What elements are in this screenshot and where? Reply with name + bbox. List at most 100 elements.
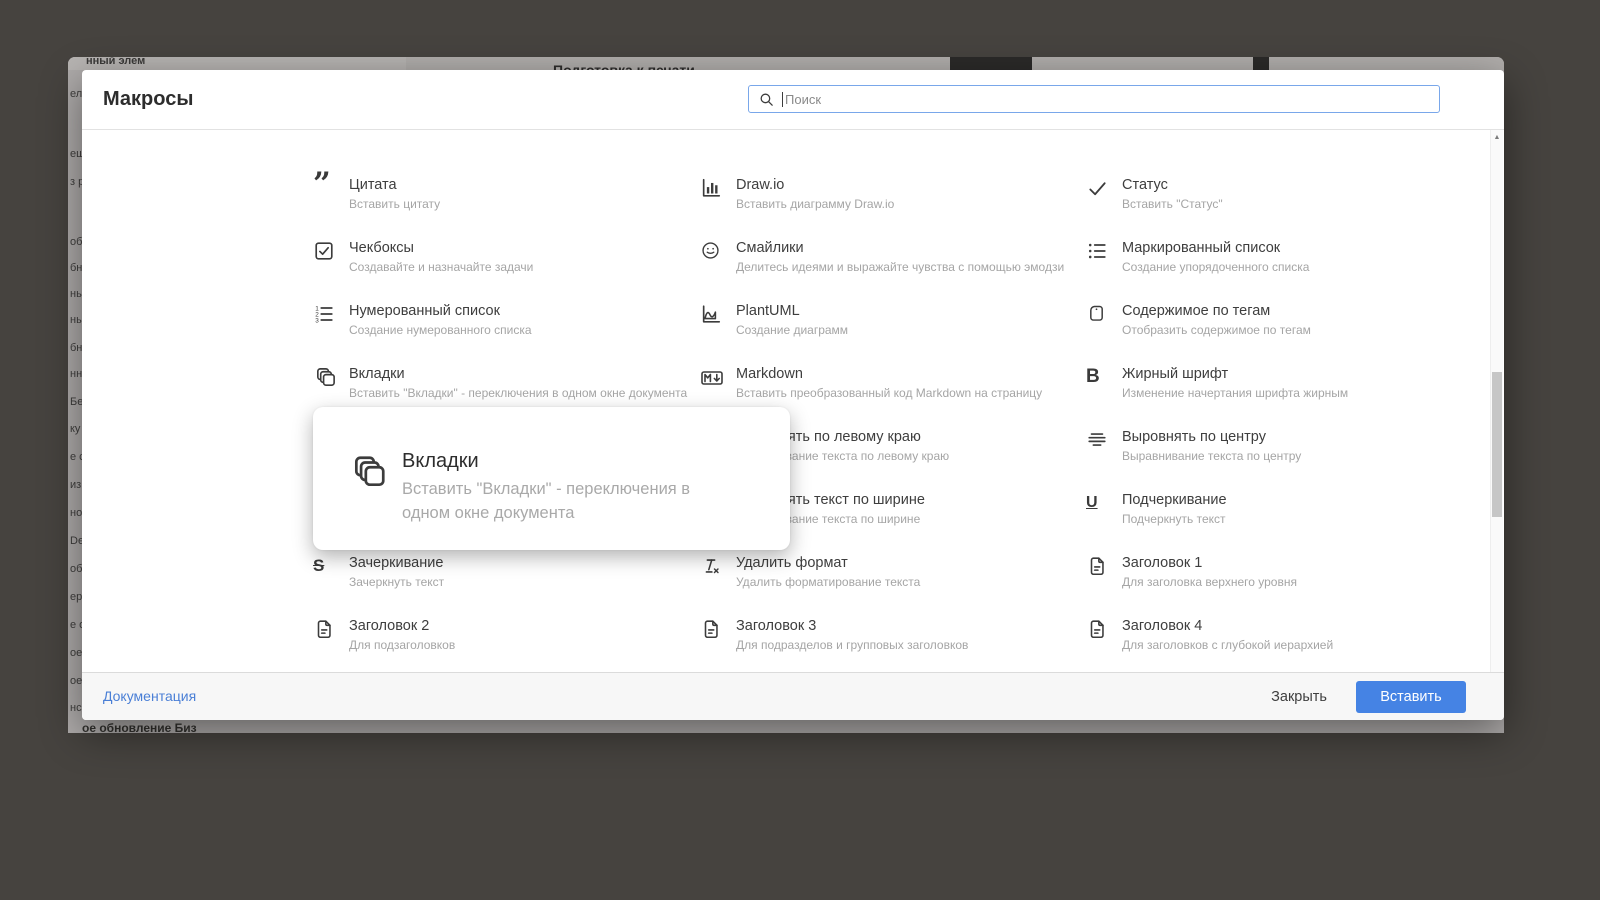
- macro-item[interactable]: Заголовок 1 Для заголовка верхнего уровня: [1086, 554, 1493, 617]
- macro-item[interactable]: 1 2 3 Нумерованный список Создание нумерован…: [313, 302, 700, 365]
- text-caret: [782, 91, 783, 107]
- macro-item[interactable]: Маркированный список Создание упорядоченн…: [1086, 239, 1493, 302]
- plantuml-icon: [700, 302, 725, 326]
- macro-item-description: Создание диаграмм: [736, 323, 849, 337]
- search-icon: [758, 91, 775, 108]
- macro-item-description: Подчеркнуть текст: [1122, 512, 1226, 526]
- macro-item-title: Заголовок 1: [1122, 555, 1203, 571]
- insert-button[interactable]: Вставить: [1356, 681, 1466, 713]
- macro-item-title: Вкладки: [349, 366, 405, 382]
- background-text-fragment: ны: [70, 314, 82, 326]
- macro-item-title: Выровнять по центру: [1122, 429, 1266, 445]
- background-text-fragment: бн: [70, 262, 82, 274]
- macro-item-description: Изменение начертания шрифта жирным: [1122, 386, 1349, 400]
- macro-item-description: Вставить диаграмму Draw.io: [736, 197, 895, 211]
- bullet-list-icon: [1086, 239, 1111, 263]
- macro-item[interactable]: S Зачеркивание Зачеркнуть текст: [313, 554, 700, 617]
- macro-item-title: Draw.io: [736, 177, 785, 193]
- macro-item-title: Нумерованный список: [349, 303, 500, 319]
- macro-item-description: Отобразить содержимое по тегам: [1122, 323, 1311, 337]
- macro-item[interactable]: Чекбоксы Создавайте и назначайте задачи: [313, 239, 700, 302]
- macro-item-description: Вставить "Статус": [1122, 197, 1223, 211]
- dialog-header: Макросы Поиск: [82, 70, 1504, 130]
- tabs-icon: [350, 453, 388, 491]
- macro-item[interactable]: Заголовок 2 Для подзаголовков: [313, 617, 700, 680]
- macro-item-title: Markdown: [736, 366, 803, 382]
- background-text-fragment: е о: [70, 619, 82, 631]
- background-page-heading: Подготовка к печати: [553, 62, 695, 70]
- macro-item[interactable]: Выровнять по центру Выравнивание текста п…: [1086, 428, 1493, 491]
- macro-item-title: Подчеркивание: [1122, 492, 1227, 508]
- align-center-icon: [1086, 428, 1111, 452]
- drawio-chart-icon: [700, 176, 725, 200]
- macro-item-title: PlantUML: [736, 303, 800, 319]
- background-text-fragment: об: [70, 236, 82, 248]
- quote-icon: ”: [313, 166, 331, 202]
- markdown-icon: [700, 365, 725, 389]
- documentation-link[interactable]: Документация: [103, 688, 196, 704]
- macro-item[interactable]: B Жирный шрифт Изменение начертания шрифта…: [1086, 365, 1493, 428]
- background-text-fragment: ку: [70, 423, 81, 435]
- background-text-fragment: из: [70, 479, 82, 491]
- background-text-fragment: Бе: [70, 396, 82, 408]
- macro-item-description: Делитесь идеями и выражайте чувства с по…: [736, 260, 1065, 274]
- macro-item[interactable]: Удалить формат Удалить форматирование тек…: [700, 554, 1086, 617]
- background-text-fragment: ещ: [70, 148, 82, 160]
- macro-item[interactable]: U Подчеркивание Подчеркнуть текст: [1086, 491, 1493, 554]
- heading-doc-icon: [1086, 617, 1111, 641]
- background-text-fragment: ели: [70, 88, 82, 100]
- macro-item[interactable]: Статус Вставить "Статус": [1086, 176, 1493, 239]
- macro-item-title: Чекбоксы: [349, 240, 414, 256]
- macro-item-title: Статус: [1122, 177, 1168, 193]
- macro-item-title: Жирный шрифт: [1122, 366, 1229, 382]
- macro-item[interactable]: ” Цитата Вставить цитату: [313, 166, 700, 239]
- tooltip-title: Вкладки: [402, 450, 479, 472]
- macro-item-description: Вставить "Вкладки" - переключения в одно…: [349, 386, 688, 400]
- macro-tooltip-vkladki: Вкладки Вставить "Вкладки" - переключени…: [313, 407, 790, 550]
- numbered-list-icon: 123: [313, 302, 338, 326]
- macro-item[interactable]: Заголовок 4 Для заголовков с глубокой иер…: [1086, 617, 1493, 680]
- macro-item-title: Удалить формат: [736, 555, 848, 571]
- macro-item-description: Зачеркнуть текст: [349, 575, 445, 589]
- background-text-fragment: е с: [70, 451, 82, 463]
- macro-item[interactable]: Содержимое по тегам Отобразить содержимое…: [1086, 302, 1493, 365]
- macro-item-description: Создавайте и назначайте задачи: [349, 260, 534, 274]
- background-text-fragment: De: [70, 535, 82, 547]
- bold-icon: B: [1086, 366, 1100, 387]
- svg-text:3: 3: [315, 317, 319, 324]
- tag-icon: [1086, 302, 1111, 326]
- macro-item[interactable]: PlantUML Создание диаграмм: [700, 302, 1086, 365]
- tooltip-description: Вставить "Вкладки" - переключения в одно…: [402, 480, 691, 522]
- background-text-fragment: но: [70, 507, 82, 519]
- search-input[interactable]: Поиск: [748, 85, 1440, 113]
- macro-item[interactable]: Смайлики Делитесь идеями и выражайте чувс…: [700, 239, 1086, 302]
- scrollbar-thumb[interactable]: [1492, 372, 1502, 517]
- macro-item-title: Цитата: [349, 177, 397, 193]
- heading-doc-icon: [313, 617, 338, 641]
- macro-item-title: Заголовок 2: [349, 618, 430, 634]
- remove-format-icon: [700, 554, 725, 578]
- macro-item-description: Выравнивание текста по центру: [1122, 449, 1302, 463]
- background-left-strip: ели ещ з р об бн нь ны бн нн Бе ку е с из но De об ер е о…: [68, 70, 82, 720]
- scrollbar[interactable]: ▲ ▼: [1490, 130, 1503, 684]
- macro-item-description: Вставить преобразованный код Markdown на…: [736, 386, 1043, 400]
- check-icon: [1086, 176, 1111, 200]
- background-text-fragment: ое: [70, 675, 82, 687]
- macro-item-title: Заголовок 4: [1122, 618, 1203, 634]
- macro-item-title: Содержимое по тегам: [1122, 303, 1271, 319]
- heading-doc-icon: [700, 617, 725, 641]
- macro-item-description: Для подразделов и групповых заголовков: [736, 638, 969, 652]
- close-button[interactable]: Закрыть: [1271, 689, 1327, 705]
- search-placeholder: Поиск: [785, 91, 822, 107]
- dialog-title: Макросы: [103, 88, 194, 110]
- scroll-up-icon[interactable]: ▲: [1491, 131, 1503, 144]
- macro-item[interactable]: Draw.io Вставить диаграмму Draw.io: [700, 176, 1086, 239]
- macro-item-description: Создание нумерованного списка: [349, 323, 532, 337]
- macro-item[interactable]: Заголовок 3 Для подразделов и групповых з…: [700, 617, 1086, 680]
- macro-item-description: Вставить цитату: [349, 197, 441, 211]
- background-text-fragment: бн: [70, 342, 82, 354]
- heading-doc-icon: [1086, 554, 1111, 578]
- background-page-topbar: нный элем Подготовка к печати: [68, 57, 1504, 70]
- macro-item-title: Заголовок 3: [736, 618, 817, 634]
- dialog-footer: Документация Закрыть Вставить: [82, 672, 1504, 720]
